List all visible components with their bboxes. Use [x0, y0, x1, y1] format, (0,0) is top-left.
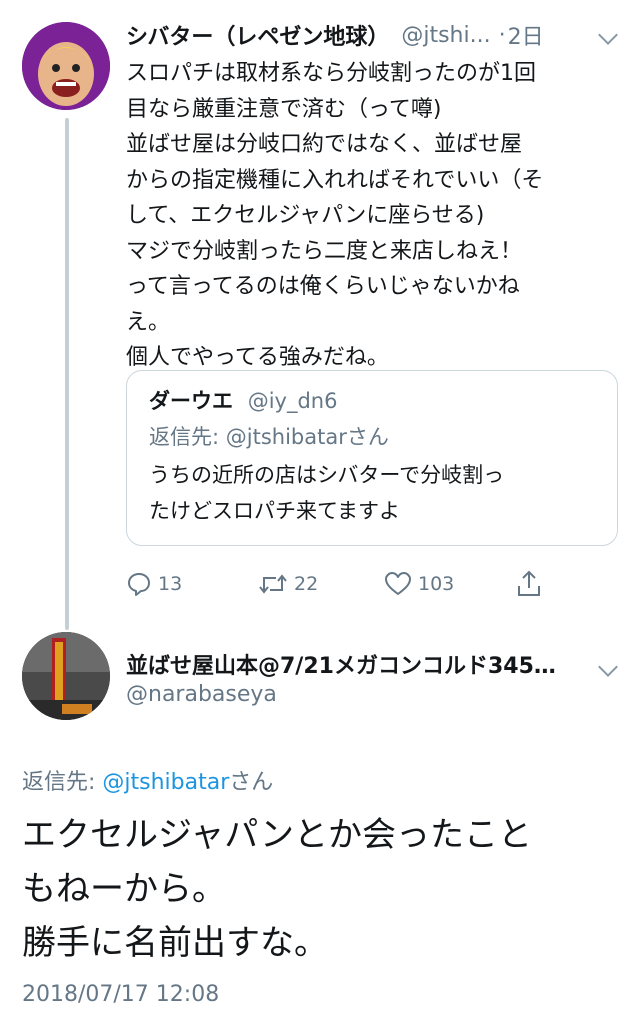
tweet-text-line: エクセルジャパンとか会ったこと [22, 815, 532, 855]
parent-tweet[interactable]: シバター（レペゼン地球） @jtshi... · 2日 スロパチは取材系なら分岐… [0, 0, 640, 625]
reply-to-mention[interactable]: @jtshibatar [102, 770, 229, 795]
reply-to-prefix: 返信先: [22, 770, 103, 795]
author-name[interactable]: シバター（レペゼン地球） [126, 19, 389, 51]
quoted-tweet-text: うちの近所の店はシバターで分岐割っ たけどスロパチ来てますよ [149, 457, 609, 529]
share-icon [518, 570, 540, 596]
tweet-header: シバター（レペゼン地球） @jtshi... · 2日 [126, 18, 626, 52]
tweet-time[interactable]: 2日 [508, 19, 544, 51]
heart-icon [385, 572, 411, 595]
author-handle[interactable]: @narabaseya [126, 682, 277, 707]
author-handle[interactable]: @jtshi... [401, 23, 490, 48]
like-button[interactable]: 103 [384, 566, 454, 602]
tweet-text-line: って言ってるのは俺くらいじゃないかね [126, 274, 520, 299]
retweet-icon [259, 574, 287, 594]
retweet-count: 22 [294, 573, 319, 595]
reply-button[interactable]: 13 [126, 566, 182, 602]
quoted-tweet-header: ダーウエ @iy_dn6 [149, 385, 337, 415]
retweet-button[interactable]: 22 [258, 566, 318, 602]
quoted-text-line: たけどスロパチ来てますよ [149, 499, 400, 523]
quoted-text-line: うちの近所の店はシバターで分岐割っ [149, 463, 505, 487]
reply-to: 返信先: @jtshibatarさん [22, 764, 273, 796]
share-button[interactable] [516, 566, 548, 602]
separator-dot: · [498, 22, 506, 48]
quoted-author-handle: @iy_dn6 [247, 389, 338, 413]
quoted-tweet[interactable]: ダーウエ @iy_dn6 返信先: @jtshibatarさん うちの近所の店は… [126, 370, 618, 546]
reply-count: 13 [158, 573, 183, 595]
tweet-text-line: 並ばせ屋は分岐口約ではなく、並ばせ屋 [126, 132, 523, 157]
like-count: 103 [418, 573, 455, 595]
tweet-text-line: え。 [126, 309, 171, 335]
tweet-text-line: マジで分岐割ったら二度と来店しねえ！ [126, 238, 523, 264]
avatar-face-image [22, 22, 110, 110]
author-name[interactable]: 並ばせ屋山本@7/21メガコンコルド345… [126, 648, 596, 680]
tweet-text-line: して、エクセルジャパンに座らせる) [126, 203, 485, 228]
avatar-photo-image [22, 632, 110, 720]
quoted-reply-to: 返信先: @jtshibatarさん [149, 425, 389, 449]
avatar[interactable] [22, 632, 110, 720]
tweet-text: スロパチは取材系なら分岐割ったのが1回 目なら厳重注意で済む（って噂) 並ばせ屋… [126, 56, 626, 376]
tweet-text-line: もねーから。 [22, 869, 226, 909]
chevron-down-icon[interactable] [598, 657, 618, 677]
tweet-text-line: スロパチは取材系なら分岐割ったのが1回 [126, 61, 536, 86]
tweet-text-line: からの指定機種に入れればそれでいい（そ [126, 167, 544, 193]
reply-icon [128, 573, 150, 596]
tweet-actions: 13 22 103 [126, 566, 586, 602]
tweet-text-line: 目なら厳重注意で済む（って噂) [126, 96, 442, 122]
tweet-text-line: 勝手に名前出すな。 [22, 923, 328, 963]
avatar[interactable] [22, 22, 110, 110]
tweet-text: エクセルジャパンとか会ったこと もねーから。 勝手に名前出すな。 [22, 808, 622, 970]
tweet-timestamp[interactable]: 2018/07/17 12:08 [22, 982, 219, 1007]
quoted-author-name: ダーウエ [149, 389, 233, 413]
reply-to-suffix: さん [229, 770, 274, 795]
